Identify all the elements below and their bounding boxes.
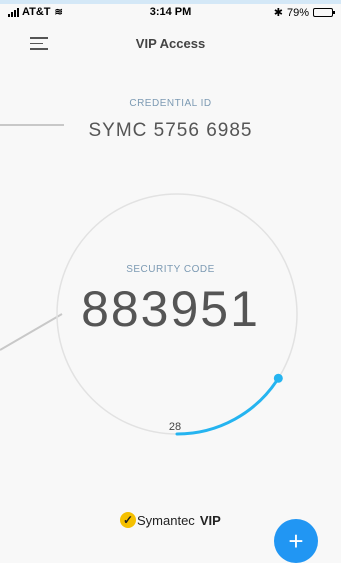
countdown-dot	[273, 373, 283, 383]
security-code: 883951	[81, 281, 260, 337]
security-code-label: SECURITY CODE	[126, 264, 215, 275]
plus-icon: +	[288, 526, 304, 556]
brand-name: Symantec	[137, 512, 195, 528]
brand-suffix: VIP	[199, 512, 221, 528]
brand-logo: ✓ Symantec VIP	[120, 512, 221, 528]
add-credential-button[interactable]: +	[274, 519, 318, 563]
countdown-seconds: 28	[168, 421, 182, 433]
countdown-arc	[175, 376, 280, 436]
symantec-check-icon: ✓	[120, 512, 136, 528]
